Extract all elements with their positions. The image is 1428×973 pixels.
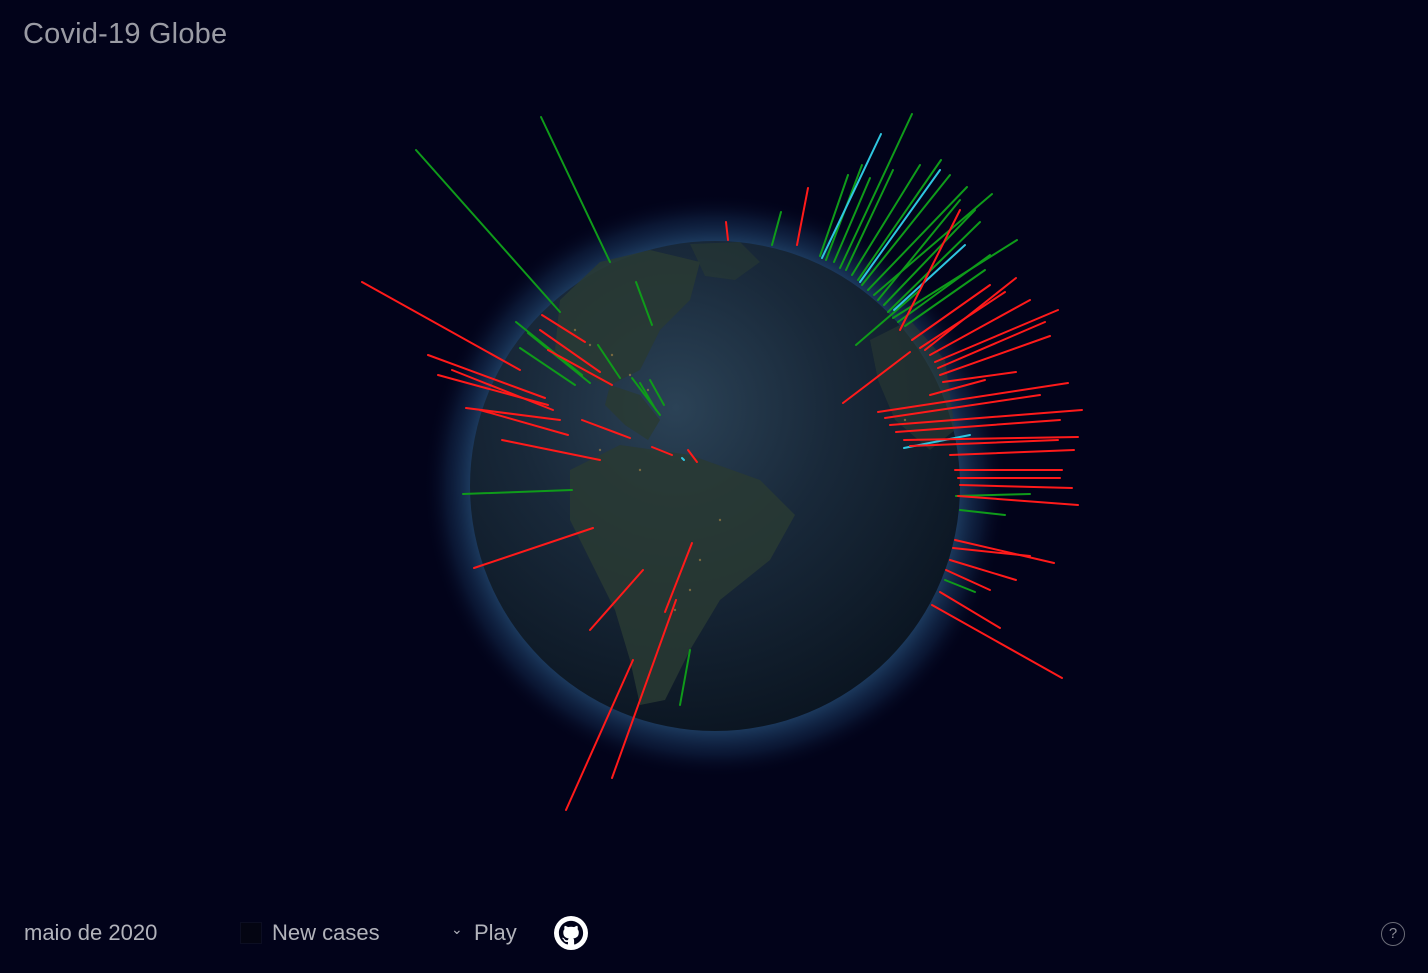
date-label: maio de 2020 — [24, 920, 158, 945]
globe-canvas[interactable] — [0, 0, 1428, 973]
github-link[interactable] — [554, 916, 588, 950]
chevron-down-icon: ⌄ — [451, 921, 463, 937]
bottom-controls: maio de 2020 New cases ⌄ Play ? — [0, 910, 1428, 958]
metric-color-swatch — [240, 922, 262, 944]
github-icon — [554, 916, 588, 950]
play-button[interactable]: Play — [474, 920, 517, 946]
metric-select[interactable]: New cases ⌄ — [240, 916, 472, 950]
app-root: Covid-19 Globe maio de 2020 New cases ⌄ … — [0, 0, 1428, 973]
help-button[interactable]: ? — [1381, 922, 1405, 946]
metric-selected-label: New cases — [272, 920, 380, 945]
globe-viewport[interactable] — [0, 0, 1428, 973]
